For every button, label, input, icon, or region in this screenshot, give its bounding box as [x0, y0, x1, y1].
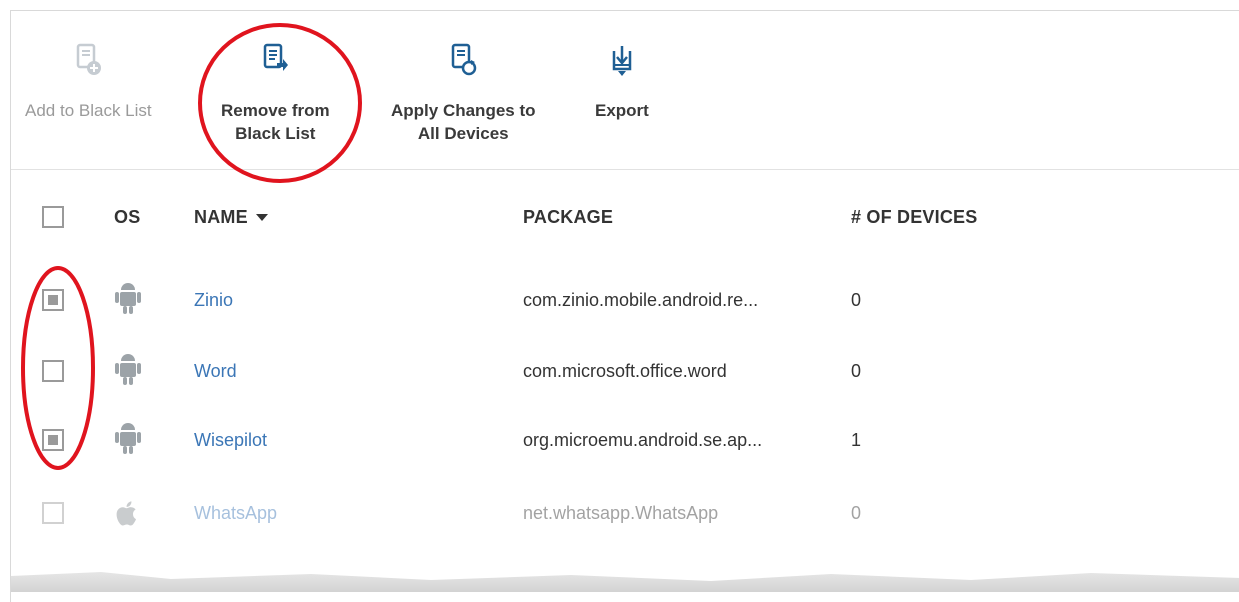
toolbar: Add to Black List Remove from Black List… — [11, 11, 1239, 169]
table-row[interactable]: Zinio com.zinio.mobile.android.re... 0 — [11, 265, 1239, 335]
row-checkbox[interactable] — [42, 289, 64, 311]
row-checkbox[interactable] — [42, 429, 64, 451]
add-list-icon — [77, 43, 102, 75]
device-count: 0 — [851, 360, 862, 381]
app-name-link[interactable]: WhatsApp — [194, 478, 277, 548]
app-name-link[interactable]: Wisepilot — [194, 405, 267, 475]
column-header-os[interactable]: OS — [114, 207, 140, 228]
right-fade-overlay — [1120, 181, 1239, 581]
export-button[interactable]: Export — [595, 43, 649, 122]
app-name-link[interactable]: Zinio — [194, 265, 233, 335]
device-count: 1 — [851, 429, 862, 450]
app-name-link[interactable]: Word — [194, 336, 237, 406]
android-icon — [115, 405, 141, 475]
android-icon — [115, 265, 141, 335]
package-name: com.microsoft.office.word — [523, 360, 727, 381]
package-name: net.whatsapp.WhatsApp — [523, 502, 719, 523]
app-list-panel: Add to Black List Remove from Black List… — [10, 10, 1239, 602]
device-count: 0 — [851, 502, 862, 523]
table-row[interactable]: Wisepilot org.microemu.android.se.ap... … — [11, 405, 1239, 475]
row-checkbox[interactable] — [42, 360, 64, 382]
export-icon — [612, 46, 632, 76]
device-count: 0 — [851, 289, 862, 310]
select-all-checkbox[interactable] — [42, 206, 64, 228]
sort-down-icon — [255, 214, 268, 221]
android-icon — [115, 336, 141, 406]
package-name: org.microemu.android.se.ap... — [523, 429, 763, 450]
table-row[interactable]: Word com.microsoft.office.word 0 — [11, 336, 1239, 406]
torn-edge — [11, 572, 1239, 602]
apply-changes-button[interactable]: Apply Changes to All Devices — [391, 43, 536, 145]
remove-from-black-list-label: Remove from Black List — [221, 101, 330, 143]
column-header-name[interactable]: NAME — [194, 207, 268, 228]
add-to-black-list-button[interactable]: Add to Black List — [25, 43, 152, 122]
row-checkbox[interactable] — [42, 502, 64, 524]
column-header-devices[interactable]: # OF DEVICES — [851, 207, 977, 228]
toolbar-divider — [11, 169, 1239, 170]
package-name: com.zinio.mobile.android.re... — [523, 289, 759, 310]
column-header-package[interactable]: PACKAGE — [523, 207, 613, 228]
add-to-black-list-label: Add to Black List — [25, 101, 152, 120]
column-header-name-label: NAME — [194, 207, 248, 227]
apple-icon — [116, 478, 140, 548]
remove-from-black-list-button[interactable]: Remove from Black List — [221, 43, 330, 145]
export-label: Export — [595, 101, 649, 120]
apply-changes-label: Apply Changes to All Devices — [391, 101, 536, 143]
apply-refresh-icon — [452, 43, 477, 76]
table-row[interactable]: WhatsApp net.whatsapp.WhatsApp 0 — [11, 478, 1239, 548]
remove-list-icon — [264, 43, 289, 71]
